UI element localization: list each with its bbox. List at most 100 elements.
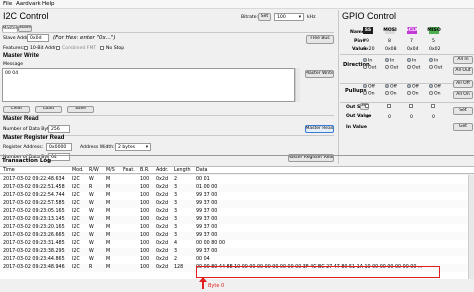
table-row[interactable]: 2017-03-02 09:23:20.165 I2C W M 100 0x2d 3 99 3… bbox=[0, 224, 468, 232]
cell-mod: I2C bbox=[72, 265, 80, 270]
load-button[interactable]: Load bbox=[35, 106, 62, 113]
table-row[interactable]: 2017-03-02 09:22:48.634 I2C W M 100 0x2d 2 00 0… bbox=[0, 176, 468, 184]
table-row[interactable]: 2017-03-02 09:22:51.458 I2C R M 100 0x2d 3 01 0… bbox=[0, 184, 468, 192]
bitrate-select[interactable]: 100 ▾ bbox=[274, 13, 304, 21]
out-value-sclk-checkbox[interactable] bbox=[409, 104, 413, 108]
radio-icon[interactable] bbox=[429, 65, 433, 69]
radio-icon[interactable] bbox=[363, 84, 367, 88]
direction-ss-out[interactable]: Out bbox=[363, 65, 376, 71]
radio-icon[interactable] bbox=[407, 84, 411, 88]
radio-icon[interactable] bbox=[407, 65, 411, 69]
table-row[interactable]: 2017-03-02 09:22:57.585 I2C W M 100 0x2d 3 99 3… bbox=[0, 200, 468, 208]
pullup-ss-off[interactable]: Off bbox=[363, 84, 375, 90]
table-row[interactable]: 2017-03-02 09:23:31.485 I2C W M 100 0x2d 4 00 0… bbox=[0, 240, 468, 248]
all-in-button[interactable]: All In bbox=[453, 56, 473, 64]
direction-mosi-out[interactable]: Out bbox=[385, 65, 398, 71]
pullup-sclk-on[interactable]: On bbox=[407, 91, 419, 97]
col-ms[interactable]: M/S bbox=[106, 168, 115, 173]
radio-icon[interactable] bbox=[363, 65, 367, 69]
in-value-mosi: 0 bbox=[388, 115, 391, 120]
radio-icon[interactable] bbox=[385, 91, 389, 95]
direction-sclk-out[interactable]: Out bbox=[407, 65, 420, 71]
message-scrollbar[interactable] bbox=[295, 68, 300, 102]
radio-icon[interactable] bbox=[429, 91, 433, 95]
num-bytes-read-input[interactable]: 256 bbox=[48, 125, 70, 133]
all-out-button[interactable]: All Out bbox=[453, 67, 473, 75]
radio-icon[interactable] bbox=[385, 65, 389, 69]
out-value-miso-checkbox[interactable] bbox=[431, 104, 435, 108]
col-feat[interactable]: Feat. bbox=[123, 168, 135, 173]
no-stop-checkbox[interactable] bbox=[100, 46, 104, 50]
cell-ms: M bbox=[106, 233, 111, 238]
message-textarea[interactable]: 00 04 bbox=[2, 68, 295, 102]
radio-icon[interactable] bbox=[429, 58, 433, 62]
gpio-get-button[interactable]: Get bbox=[453, 123, 473, 131]
table-row[interactable]: 2017-03-02 09:23:38.295 I2C W M 100 0x2d 3 99 3… bbox=[0, 248, 468, 256]
col-mod[interactable]: Mod. bbox=[72, 168, 84, 173]
radio-icon[interactable] bbox=[385, 84, 389, 88]
menu-file[interactable]: File bbox=[3, 1, 12, 7]
menu-help[interactable]: Help bbox=[42, 1, 55, 7]
cell-ms: M bbox=[106, 177, 111, 182]
direction-miso-out[interactable]: Out bbox=[429, 65, 442, 71]
bitrate-set-button[interactable]: Set bbox=[258, 13, 271, 21]
save-button[interactable]: Save bbox=[67, 106, 94, 113]
out-value-ss-checkbox[interactable] bbox=[365, 104, 369, 108]
no-stop-label: No Stop bbox=[106, 46, 125, 51]
all-on-button[interactable]: All On bbox=[453, 91, 473, 99]
pullup-mosi-off[interactable]: Off bbox=[385, 84, 397, 90]
radio-icon[interactable] bbox=[407, 58, 411, 62]
log-scrollbar[interactable] bbox=[468, 175, 474, 279]
pullup-mosi-on[interactable]: On bbox=[385, 91, 397, 97]
table-row[interactable]: 2017-03-02 09:22:54.744 I2C W M 100 0x2d 3 99 3… bbox=[0, 192, 468, 200]
gpio-set-button[interactable]: Set bbox=[453, 107, 473, 115]
cell-data: 99 37 00 bbox=[196, 201, 218, 206]
register-addr-input[interactable]: 0x0000 bbox=[46, 143, 72, 151]
addr-width-select[interactable]: 2 bytes ▾ bbox=[115, 143, 151, 151]
direction-ss-in[interactable]: In bbox=[363, 58, 372, 64]
direction-miso-in[interactable]: In bbox=[429, 58, 438, 64]
tab-slave[interactable]: Slave bbox=[18, 25, 32, 32]
radio-icon[interactable] bbox=[363, 91, 367, 95]
master-write-button[interactable]: Master Write bbox=[305, 70, 334, 78]
col-br[interactable]: B.R. bbox=[140, 168, 150, 173]
cell-mod: I2C bbox=[72, 217, 80, 222]
table-row[interactable]: 2017-03-02 09:23:26.665 I2C W M 100 0x2d 3 99 3… bbox=[0, 232, 468, 240]
pullup-miso-on[interactable]: On bbox=[429, 91, 441, 97]
radio-icon[interactable] bbox=[385, 58, 389, 62]
bitrate-value: 100 bbox=[277, 14, 286, 20]
master-read-button[interactable]: Master Read bbox=[305, 125, 334, 133]
i2c-panel: I2C Control Bitrate: Set 100 ▾ kHz Maste… bbox=[0, 10, 336, 164]
table-row[interactable]: 2017-03-02 09:23:05.165 I2C W M 100 0x2d 3 99 3… bbox=[0, 208, 468, 216]
table-row[interactable]: 2017-03-02 09:23:13.145 I2C W M 100 0x2d 3 99 3… bbox=[0, 216, 468, 224]
pullup-ss-on[interactable]: On bbox=[363, 91, 375, 97]
combined-fmt-checkbox[interactable] bbox=[56, 46, 60, 50]
col-addr[interactable]: Addr. bbox=[156, 168, 168, 173]
out-value-mosi-checkbox[interactable] bbox=[387, 104, 391, 108]
menu-aardvark[interactable]: Aardvark bbox=[16, 1, 41, 7]
ten-bit-addr-checkbox[interactable] bbox=[24, 46, 28, 50]
direction-mosi-in[interactable]: In bbox=[385, 58, 394, 64]
slave-addr-input[interactable]: 0x0d bbox=[27, 34, 49, 42]
in-value-label: In Value bbox=[346, 125, 367, 130]
radio-icon[interactable] bbox=[363, 58, 367, 62]
col-rw[interactable]: R/W bbox=[89, 168, 99, 173]
clear-button[interactable]: Clear bbox=[3, 106, 30, 113]
col-length[interactable]: Length bbox=[174, 168, 191, 173]
col-time[interactable]: Time bbox=[3, 168, 15, 173]
cell-ms: M bbox=[106, 193, 111, 198]
pullup-sclk-off[interactable]: Off bbox=[407, 84, 419, 90]
table-row[interactable]: 2017-03-02 09:23:44.865 I2C W M 100 0x2d 2 00 0… bbox=[0, 256, 468, 264]
free-bus-button[interactable]: Free Bus bbox=[306, 35, 334, 44]
pullup-miso-off[interactable]: Off bbox=[429, 84, 441, 90]
cell-data: 00 00 80 00 bbox=[196, 241, 225, 246]
all-off-button[interactable]: All Off bbox=[453, 80, 473, 88]
radio-icon[interactable] bbox=[429, 84, 433, 88]
radio-icon[interactable] bbox=[407, 91, 411, 95]
cell-br: 100 bbox=[140, 241, 150, 246]
tab-master[interactable]: Master bbox=[2, 25, 18, 32]
cell-time: 2017-03-02 09:23:48.946 bbox=[3, 265, 65, 270]
direction-sclk-in[interactable]: In bbox=[407, 58, 416, 64]
cell-addr: 0x2d bbox=[156, 233, 168, 238]
col-data[interactable]: Data bbox=[196, 168, 207, 173]
